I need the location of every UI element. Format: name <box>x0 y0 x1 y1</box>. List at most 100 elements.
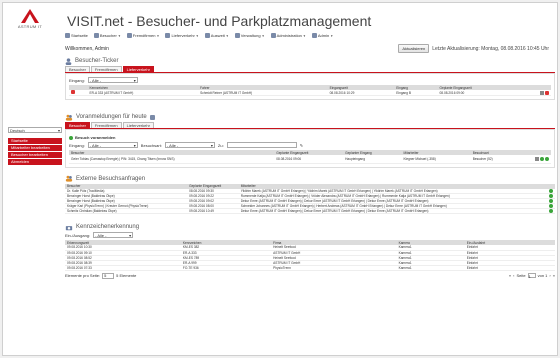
menu-label: Admin <box>317 33 330 38</box>
cell: 08.08.2016 09:00 <box>437 90 521 96</box>
calendar-icon[interactable] <box>149 114 155 120</box>
page-size-select[interactable]: 5 <box>102 272 115 279</box>
visitor-icon <box>65 57 72 65</box>
tab-besucher[interactable]: Besucher <box>65 66 90 72</box>
chevron-down-icon: ▼ <box>195 33 199 38</box>
menu-label: Besucher <box>99 33 117 38</box>
cell: Schmitz Christian (Baldeiras Ókpe) <box>65 208 188 214</box>
chevron-down-icon: ▼ <box>117 33 121 38</box>
cell: 09.08.2016 07:33 <box>65 265 181 271</box>
language-select[interactable]: Deutsch ▾ <box>8 127 62 133</box>
cell: Schmidt Reiner (ASTRUM IT GmbH) <box>198 90 328 96</box>
cell: Dekur Emre (ASTRUM IT GmbH Erlangen) | D… <box>238 208 544 214</box>
company-icon <box>126 33 132 38</box>
prereg-title: Voranmeldungen für heute <box>65 112 555 122</box>
sidebar: Deutsch ▾ Startseite Mitarbeiter bearbeit… <box>8 127 62 166</box>
table-row[interactable]: ER-A 333 (ASTRUM IT GmbH) Schmidt Reiner… <box>69 90 551 96</box>
chevron-down-icon: ▾ <box>133 142 136 148</box>
accept-icon[interactable] <box>549 194 553 198</box>
menu-admin-user[interactable]: Admin ▼ <box>311 33 333 38</box>
chevron-down-icon: ▾ <box>210 142 213 148</box>
tab-fremdfirmen[interactable]: Fremdfirmen <box>90 122 122 128</box>
edit-icon[interactable] <box>535 156 539 161</box>
direction-select[interactable]: - Alle - ▾ <box>93 232 134 238</box>
select-value: - Alle - <box>95 232 107 238</box>
group-icon <box>65 175 73 182</box>
page-value: 1 <box>528 274 531 279</box>
page-total: von 1 <box>537 273 548 278</box>
select-value: - Alle - <box>166 142 179 148</box>
accept-icon[interactable] <box>549 204 553 208</box>
menu-besucher[interactable]: Besucher ▼ <box>93 33 121 38</box>
app-frame: ASTRUM IT VISIT.net - Besucher- und Park… <box>2 2 558 356</box>
table-row[interactable]: Schmitz Christian (Baldeiras Ókpe) 09.08.… <box>65 208 555 214</box>
ticker-table: Kennzeichen Fahrer Eingangszeit Eingang … <box>69 85 551 96</box>
chevron-down-icon: ▾ <box>57 127 60 133</box>
menu-verwaltung[interactable]: Verwaltung ▼ <box>234 33 265 38</box>
menu-label: Ausweit <box>210 33 225 38</box>
logo-text: ASTRUM IT <box>17 24 43 29</box>
cell: Eingang B <box>394 90 438 96</box>
filter-label: Eingang: <box>69 77 85 83</box>
entrance-select[interactable]: - Alle - ▾ <box>87 142 138 148</box>
tab-lieferverkehr[interactable]: Lieferverkehr <box>122 66 154 72</box>
table-row[interactable]: 09.08.2016 07:33 FO-TE 936 PhysioTrenn Kame… <box>65 265 555 271</box>
menu-label: Administration <box>276 33 302 38</box>
chevron-down-icon: ▾ <box>133 77 136 83</box>
accept-icon[interactable] <box>549 199 553 203</box>
edit-icon[interactable] <box>540 90 544 95</box>
eraser-icon[interactable]: ✎ <box>300 143 303 148</box>
menu-fremdfirmen[interactable]: Fremdfirmen ▼ <box>126 33 159 38</box>
menu-administration[interactable]: Administration ▼ <box>270 33 306 38</box>
entrance-select[interactable]: - Alle - ▾ <box>87 77 138 83</box>
pager: Elemente pro Seite: 5 5 Elemente « ‹ Sei… <box>65 272 555 279</box>
page-input[interactable]: 1 <box>527 273 536 279</box>
prereg-panel: Besuch voranmelden Eingang: - Alle - ▾ Be… <box>65 129 555 168</box>
sidebar-item-abmelden[interactable]: Abmelden <box>8 159 62 165</box>
select-value: 5 <box>104 273 107 278</box>
checkin-icon[interactable] <box>540 156 544 161</box>
row-actions <box>516 155 551 164</box>
delete-icon[interactable] <box>545 90 549 95</box>
prereg-tabs: Besucher Fremdfirmen Lieferverkehr <box>65 122 555 129</box>
accept-icon[interactable] <box>549 209 553 213</box>
badge-icon <box>204 33 210 38</box>
prereg-subhead[interactable]: Besuch voranmelden <box>69 135 551 140</box>
tab-lieferverkehr[interactable]: Lieferverkehr <box>122 122 154 128</box>
pager-left: Elemente pro Seite: 5 5 Elemente <box>65 272 136 279</box>
sidebar-item-besucher[interactable]: Besucher bearbeiten <box>8 152 62 158</box>
tab-fremdfirmen[interactable]: Fremdfirmen <box>90 66 122 72</box>
last-update-text: Letzte Aktualisierung: Montag, 08.08.201… <box>432 45 549 52</box>
cell: 08.08.2016 10:29 <box>327 90 395 96</box>
subhead-text: Besuch voranmelden <box>75 135 116 140</box>
filter-label: Zu: <box>217 142 224 148</box>
folder-icon <box>234 33 240 38</box>
menu-startseite[interactable]: Startseite <box>65 33 88 38</box>
employee-input[interactable] <box>226 142 297 148</box>
table-row[interactable]: Geier Tobias (Carnastop Energie) | PIN: … <box>69 155 551 164</box>
chevron-down-icon: ▼ <box>261 33 265 38</box>
tab-besucher[interactable]: Besucher <box>65 122 90 128</box>
pager-right: « ‹ Seite 1 von 1 › » <box>509 273 555 279</box>
accept-icon[interactable] <box>549 188 553 193</box>
refresh-button[interactable]: Aktualisieren <box>398 44 430 53</box>
menu-label: Verwaltung <box>240 33 261 38</box>
cell: Geier Tobias (Carnastop Energie) | PIN: … <box>69 155 275 164</box>
menu-ausweit[interactable]: Ausweit ▼ <box>204 33 229 38</box>
external-title-text: Externe Besuchsanfragen <box>76 175 146 182</box>
select-value: - Alle - <box>89 142 102 148</box>
external-title: Externe Besuchsanfragen <box>65 174 555 184</box>
first-page-icon[interactable]: « <box>509 273 511 278</box>
last-page-icon[interactable]: » <box>553 273 555 278</box>
visit-type-select[interactable]: - Alle - ▾ <box>164 142 215 148</box>
pager-label: Elemente pro Seite: <box>65 273 101 278</box>
prev-page-icon[interactable]: ‹ <box>513 273 514 278</box>
refresh-area: Aktualisieren Letzte Aktualisierung: Mon… <box>398 44 549 53</box>
plates-filter: Ein-/Ausgang: - Alle - ▾ <box>65 232 555 238</box>
sidebar-item-mitarbeiter[interactable]: Mitarbeiter bearbeiten <box>8 145 62 151</box>
menu-lieferverkehr[interactable]: Lieferverkehr ▼ <box>165 33 199 38</box>
sidebar-item-startseite[interactable]: Startseite <box>8 138 62 144</box>
row-actions <box>543 208 555 214</box>
print-icon[interactable] <box>545 156 549 161</box>
next-page-icon[interactable]: › <box>549 273 550 278</box>
